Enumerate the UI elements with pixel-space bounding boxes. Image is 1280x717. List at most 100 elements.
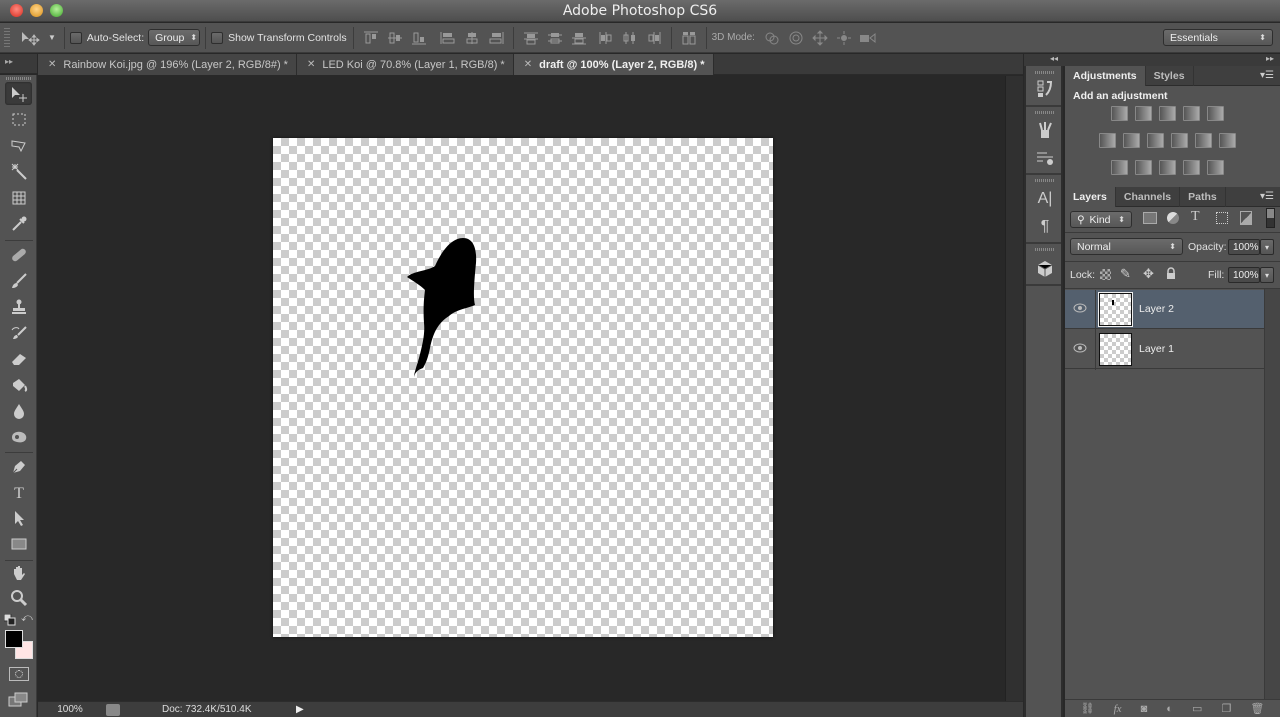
3d-panel-icon[interactable] [1033,258,1057,280]
foreground-color-swatch[interactable] [5,630,23,648]
distribute-horizontal-centers-icon[interactable] [621,30,639,46]
visibility-eye-icon[interactable] [1073,303,1087,313]
close-tab-icon[interactable]: ✕ [524,59,532,70]
tab-styles[interactable]: Styles [1146,66,1194,86]
invert-icon[interactable] [1111,160,1128,175]
blur-tool[interactable] [5,399,32,422]
curves-icon[interactable] [1159,106,1176,121]
distribute-bottom-edges-icon[interactable] [570,30,588,46]
healing-brush-tool[interactable] [5,243,32,266]
lasso-tool[interactable] [5,134,32,157]
align-horizontal-centers-icon[interactable] [463,30,481,46]
eraser-tool[interactable] [5,347,32,370]
minimize-window-button[interactable] [30,4,43,17]
path-selection-tool[interactable] [5,506,32,529]
opacity-dropdown-button[interactable]: ▾ [1260,239,1274,255]
options-bar-grip[interactable] [4,27,10,48]
magic-wand-tool[interactable] [5,160,32,183]
move-tool[interactable] [5,82,32,105]
type-tool[interactable]: T [5,480,32,503]
maximize-window-button[interactable] [50,4,63,17]
visibility-eye-icon[interactable] [1073,343,1087,353]
distribute-top-edges-icon[interactable] [522,30,540,46]
threshold-icon[interactable] [1159,160,1176,175]
vertical-scrollbar[interactable] [1005,76,1023,701]
default-colors-icon[interactable] [3,613,16,626]
lock-all-icon[interactable] [1166,267,1176,279]
tab-channels[interactable]: Channels [1116,187,1181,207]
distribute-right-edges-icon[interactable] [645,30,663,46]
pen-tool[interactable] [5,455,32,478]
tab-paths[interactable]: Paths [1180,187,1226,207]
fill-input[interactable]: 100% [1228,267,1260,283]
selective-color-icon[interactable] [1183,160,1200,175]
3d-slide-icon[interactable] [835,30,853,46]
collapse-dock-icon[interactable]: ◂◂ [1050,54,1058,63]
distribute-left-edges-icon[interactable] [597,30,615,46]
character-panel-icon[interactable]: A| [1033,188,1057,210]
add-layer-mask-icon[interactable]: ◙ [1141,703,1148,715]
hand-tool[interactable] [5,561,32,584]
zoom-level[interactable]: 100% [38,704,102,715]
lock-image-pixels-icon[interactable]: ✎ [1120,266,1131,282]
exposure-icon[interactable] [1183,106,1200,121]
document-profile-icon[interactable] [106,703,120,716]
dodge-tool[interactable] [5,425,32,448]
color-lookup-icon[interactable] [1219,133,1236,148]
close-tab-icon[interactable]: ✕ [307,59,315,70]
swap-colors-icon[interactable]: ⤺ [21,612,34,625]
brush-panel-icon[interactable] [1033,147,1057,169]
3d-pan-icon[interactable] [811,29,829,46]
new-group-folder-icon[interactable]: ▭ [1192,702,1202,715]
history-panel-icon[interactable] [1033,78,1057,100]
align-left-edges-icon[interactable] [439,30,457,46]
layer-filter-kind-dropdown[interactable]: ⚲ Kind ⬍ [1070,211,1132,228]
tool-preset-picker[interactable]: ▼ [20,30,56,46]
hue-saturation-icon[interactable] [1099,133,1116,148]
toolbox-grip[interactable] [6,77,32,80]
new-adjustment-layer-icon[interactable]: ◐ [1166,703,1173,715]
layers-scrollbar[interactable] [1264,289,1280,699]
filter-toggle-switch[interactable] [1266,208,1275,228]
workspace-dropdown[interactable]: Essentials ⬍ [1163,29,1273,46]
rectangle-tool[interactable] [5,532,32,555]
blend-mode-dropdown[interactable]: Normal ⬍ [1070,238,1183,255]
panel-menu-icon[interactable]: ▾☰ [1260,191,1274,202]
marquee-tool[interactable] [5,108,32,131]
photo-filter-icon[interactable] [1171,133,1188,148]
color-balance-icon[interactable] [1123,133,1140,148]
lock-transparent-pixels-icon[interactable] [1100,269,1111,280]
show-transform-checkbox[interactable] [211,31,224,44]
align-top-edges-icon[interactable] [362,30,380,46]
filter-smart-objects-icon[interactable] [1240,211,1252,225]
clone-stamp-tool[interactable] [5,295,32,318]
distribute-vertical-centers-icon[interactable] [546,30,564,46]
link-layers-icon[interactable]: ⛓ [1081,702,1095,715]
gradient-map-icon[interactable] [1207,160,1224,175]
align-vertical-centers-icon[interactable] [386,30,404,46]
panel-menu-icon[interactable]: ▾☰ [1260,70,1274,81]
3d-scale-icon[interactable] [859,30,877,46]
3d-roll-icon[interactable] [787,30,805,46]
align-bottom-edges-icon[interactable] [410,30,428,46]
tab-rainbow-koi[interactable]: ✕ Rainbow Koi.jpg @ 196% (Layer 2, RGB/8#… [38,54,297,75]
status-menu-arrow-icon[interactable]: ▶ [296,704,304,715]
paragraph-panel-icon[interactable]: ¶ [1033,216,1057,238]
brightness-contrast-icon[interactable] [1111,106,1128,121]
history-brush-tool[interactable] [5,321,32,344]
tab-draft[interactable]: ✕ draft @ 100% (Layer 2, RGB/8) * [513,54,714,75]
tab-adjustments[interactable]: Adjustments [1065,66,1146,86]
zoom-tool[interactable] [5,586,32,609]
levels-icon[interactable] [1135,106,1152,121]
crop-tool[interactable] [5,186,32,209]
tab-led-koi[interactable]: ✕ LED Koi @ 70.8% (Layer 1, RGB/8) * [296,54,514,75]
filter-adjustment-layers-icon[interactable] [1167,212,1179,224]
3d-rotate-icon[interactable] [763,30,781,46]
black-white-icon[interactable] [1147,133,1164,148]
eyedropper-tool[interactable] [5,212,32,235]
close-tab-icon[interactable]: ✕ [48,59,56,70]
filter-pixel-layers-icon[interactable] [1143,212,1157,224]
channel-mixer-icon[interactable] [1195,133,1212,148]
filter-shape-layers-icon[interactable] [1216,212,1228,224]
align-right-edges-icon[interactable] [487,30,505,46]
